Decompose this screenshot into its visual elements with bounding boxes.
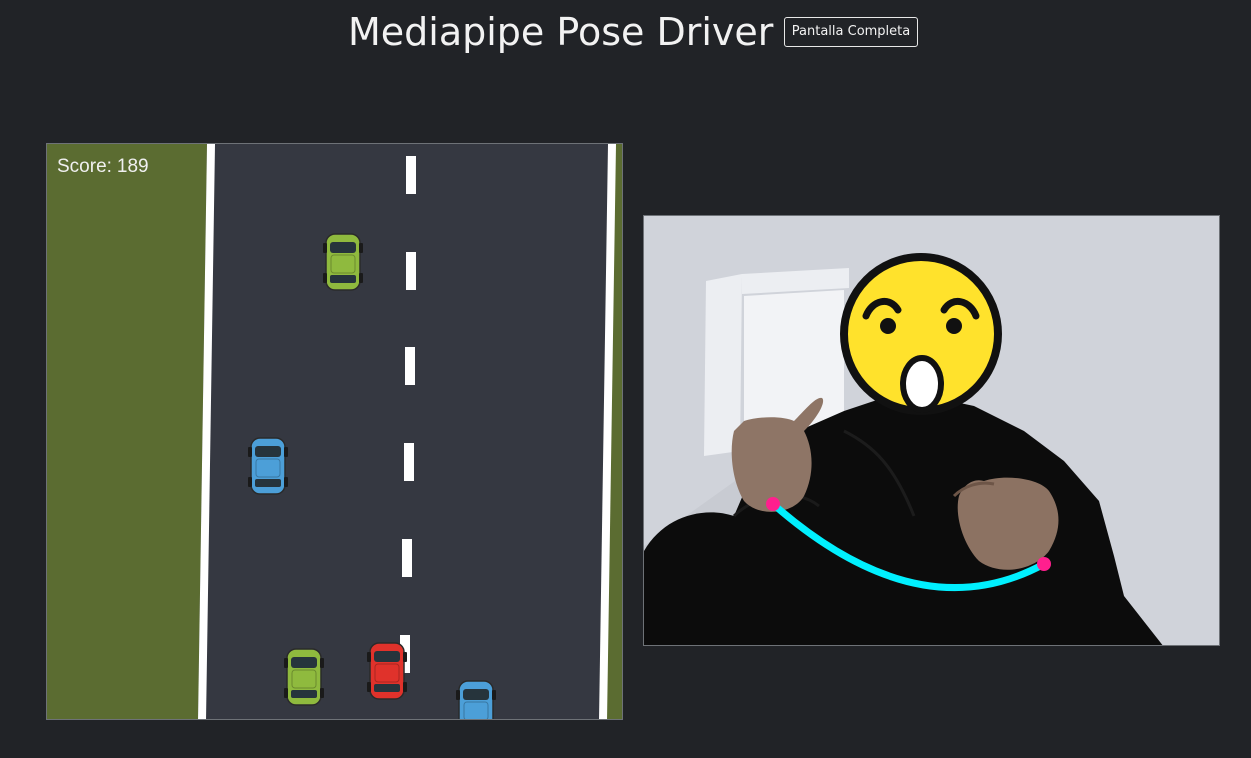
blue-car-icon <box>455 680 497 719</box>
red-car-icon <box>366 642 408 700</box>
game-canvas[interactable]: Score: 189 <box>46 143 623 720</box>
header: Mediapipe Pose Driver Pantalla Completa <box>0 0 1251 70</box>
right-hand-marker <box>1037 557 1051 571</box>
green-car-icon <box>322 233 364 291</box>
score-display: Score: 189 <box>57 156 149 178</box>
score-label: Score: <box>57 156 112 177</box>
page-title: Mediapipe Pose Driver <box>348 10 774 54</box>
astonished-face-emoji-icon <box>840 253 1002 415</box>
fullscreen-button[interactable]: Pantalla Completa <box>784 17 918 47</box>
green-car-icon <box>283 648 325 706</box>
score-value: 189 <box>116 156 149 177</box>
left-hand-marker <box>766 497 780 511</box>
road <box>198 144 615 719</box>
blue-car-icon <box>247 437 289 495</box>
webcam-feed <box>643 215 1220 646</box>
road-scene <box>47 144 622 719</box>
webcam-scene <box>644 216 1219 645</box>
